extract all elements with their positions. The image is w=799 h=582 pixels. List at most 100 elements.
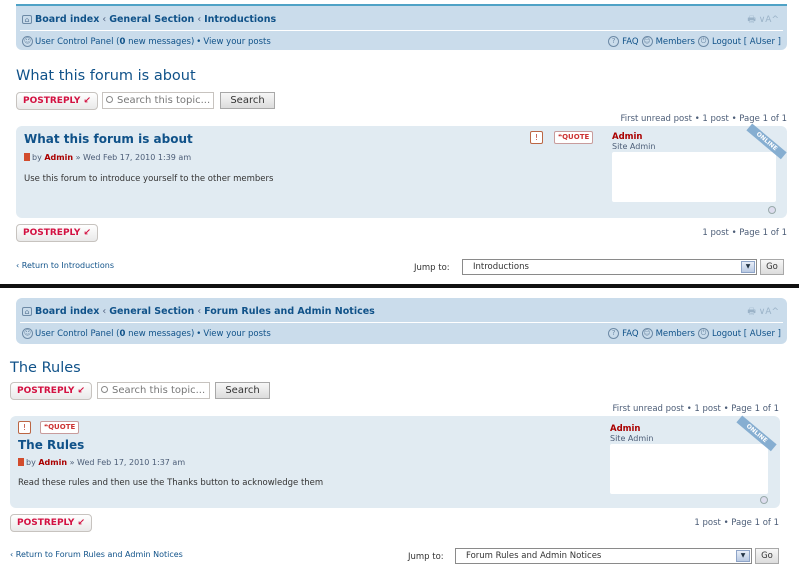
chevron-left-icon: ‹ xyxy=(10,550,14,559)
breadcrumb: ⌂ Board index ‹ General Section ‹ Introd… xyxy=(22,14,276,25)
jump-to-label: Jump to: xyxy=(414,263,450,273)
breadcrumb-separator: ‹ xyxy=(197,14,202,25)
pagination-top: First unread post • 1 post • Page 1 of 1 xyxy=(620,114,787,124)
page-tools[interactable]: 🖶 ∨A^ xyxy=(747,304,779,320)
post: ! ❝QUOTE The Rules by Admin » Wed Feb 17… xyxy=(10,415,780,508)
profile-name[interactable]: Admin xyxy=(612,132,655,142)
ucp-links: ☺ User Control Panel (0 new messages) • … xyxy=(22,36,271,47)
profile-details-box xyxy=(612,152,776,202)
bullet: • xyxy=(196,36,202,47)
report-icon[interactable]: ! xyxy=(18,421,31,434)
power-icon: ⏻ xyxy=(697,36,709,47)
return-link-label: Return to Introductions xyxy=(21,261,115,270)
members-link[interactable]: Members xyxy=(656,329,695,339)
jump-to-select[interactable]: Forum Rules and Admin Notices ▼ xyxy=(455,548,752,564)
home-icon: ⌂ xyxy=(22,307,32,316)
members-icon: ☺ xyxy=(641,328,653,339)
user-icon: ☺ xyxy=(22,36,33,47)
ucp-link[interactable]: User Control Panel (0 new messages) xyxy=(35,37,194,47)
faq-link[interactable]: FAQ xyxy=(622,37,638,47)
reply-arrow-icon: ↙ xyxy=(83,228,92,238)
return-link[interactable]: ‹ Return to Introductions xyxy=(16,261,114,270)
profile-rank: Site Admin xyxy=(610,434,654,443)
go-button[interactable]: Go xyxy=(755,548,779,564)
view-posts-link[interactable]: View your posts xyxy=(203,37,270,47)
reply-arrow-icon: ↙ xyxy=(83,96,92,106)
logout-link[interactable]: Logout [ AUser ] xyxy=(712,37,781,47)
topic-panel-introductions: ⌂ Board index ‹ General Section ‹ Introd… xyxy=(0,0,799,284)
back-to-top-icon[interactable] xyxy=(768,206,776,214)
reply-arrow-icon: ↙ xyxy=(77,518,86,528)
post-date: » Wed Feb 17, 2010 1:39 am xyxy=(75,153,192,162)
members-link[interactable]: Members xyxy=(656,37,695,47)
breadcrumb-general-section[interactable]: General Section xyxy=(109,306,194,317)
breadcrumb-board-index[interactable]: Board index xyxy=(35,306,99,317)
profile-name[interactable]: Admin xyxy=(610,424,653,434)
post-reply-button[interactable]: POSTREPLY ↙ xyxy=(16,92,99,110)
chevron-down-icon: ▼ xyxy=(741,261,755,273)
post-date: » Wed Feb 17, 2010 1:37 am xyxy=(69,458,186,467)
return-link[interactable]: ‹ Return to Forum Rules and Admin Notice… xyxy=(10,550,183,559)
page-tools[interactable]: 🖶 ∨A^ xyxy=(747,12,779,28)
go-button[interactable]: Go xyxy=(760,259,784,275)
jump-to-value: Introductions xyxy=(473,262,529,272)
post-author-line: by Admin » Wed Feb 17, 2010 1:37 am xyxy=(18,458,185,467)
faq-link[interactable]: FAQ xyxy=(622,329,638,339)
post-icon xyxy=(24,153,30,161)
post-author[interactable]: Admin xyxy=(38,458,67,467)
faq-icon: ? xyxy=(608,36,620,47)
post-author[interactable]: Admin xyxy=(44,153,73,162)
ucp-link[interactable]: User Control Panel (0 new messages) xyxy=(35,329,194,339)
jump-to-select[interactable]: Introductions ▼ xyxy=(462,259,757,275)
navbar-divider xyxy=(20,30,783,31)
bullet: • xyxy=(196,328,202,339)
breadcrumb-general-section[interactable]: General Section xyxy=(109,14,194,25)
search-input[interactable]: Search this topic... xyxy=(102,92,214,109)
post-content: Read these rules and then use the Thanks… xyxy=(18,478,324,488)
post-reply-button-bottom[interactable]: POSTREPLY ↙ xyxy=(16,224,99,242)
post-by: by xyxy=(26,458,36,467)
breadcrumb-forum-rules[interactable]: Forum Rules and Admin Notices xyxy=(204,306,375,317)
home-icon: ⌂ xyxy=(22,15,32,24)
navbar: ⌂ Board index ‹ General Section ‹ Forum … xyxy=(16,298,787,344)
post-reply-label: POSTREPLY xyxy=(17,518,75,528)
pagination-bottom: 1 post • Page 1 of 1 xyxy=(702,228,787,238)
members-icon: ☺ xyxy=(641,36,653,47)
return-link-label: Return to Forum Rules and Admin Notices xyxy=(15,550,183,559)
post-reply-button[interactable]: POSTREPLY ↙ xyxy=(10,382,93,400)
back-to-top-icon[interactable] xyxy=(760,496,768,504)
topic-title[interactable]: What this forum is about xyxy=(16,68,196,84)
faq-icon: ? xyxy=(608,328,620,339)
post-profile: Admin Site Admin xyxy=(612,132,776,202)
logout-link[interactable]: Logout [ AUser ] xyxy=(712,329,781,339)
breadcrumb: ⌂ Board index ‹ General Section ‹ Forum … xyxy=(22,306,375,317)
topic-title[interactable]: The Rules xyxy=(10,360,81,376)
post-title[interactable]: What this forum is about xyxy=(24,132,193,146)
report-icon[interactable]: ! xyxy=(530,131,543,144)
profile-details-box xyxy=(610,444,768,494)
quote-button[interactable]: ❝QUOTE xyxy=(40,421,80,434)
ucp-suffix: new messages) xyxy=(125,328,195,339)
post-reply-label: POSTREPLY xyxy=(17,386,75,396)
search-icon xyxy=(101,386,108,393)
post-by: by xyxy=(32,153,42,162)
search-input[interactable]: Search this topic... xyxy=(97,382,210,399)
view-posts-link[interactable]: View your posts xyxy=(203,329,270,339)
search-button[interactable]: Search xyxy=(215,382,270,399)
breadcrumb-introductions[interactable]: Introductions xyxy=(204,14,276,25)
post-title[interactable]: The Rules xyxy=(18,438,84,452)
chevron-down-icon: ▼ xyxy=(736,550,750,562)
pagination-bottom: 1 post • Page 1 of 1 xyxy=(694,518,779,528)
user-icon: ☺ xyxy=(22,328,33,339)
navbar-right-links: ? FAQ ☺ Members ⏻ Logout [ AUser ] xyxy=(608,328,781,339)
quote-button[interactable]: ❝QUOTE xyxy=(554,131,594,144)
breadcrumb-separator: ‹ xyxy=(102,306,107,317)
post-reply-button-bottom[interactable]: POSTREPLY ↙ xyxy=(10,514,93,532)
pagination-top: First unread post • 1 post • Page 1 of 1 xyxy=(612,404,779,414)
post-reply-label: POSTREPLY xyxy=(23,96,81,106)
jump-to-value: Forum Rules and Admin Notices xyxy=(466,551,602,561)
search-button[interactable]: Search xyxy=(220,92,275,109)
profile-rank: Site Admin xyxy=(612,142,656,151)
breadcrumb-board-index[interactable]: Board index xyxy=(35,14,99,25)
quote-label: QUOTE xyxy=(562,133,590,141)
